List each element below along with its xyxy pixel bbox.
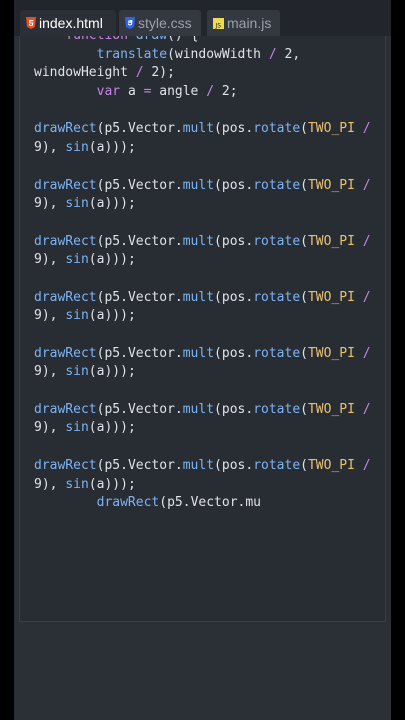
tab-bar: index.html style.css JS main.js (14, 0, 391, 36)
code-line: translate(windowWidth / 2, (96, 46, 301, 62)
app-screen: index.html style.css JS main.js function… (14, 0, 391, 720)
tab-label: index.html (39, 15, 103, 31)
tab-main-js[interactable]: JS main.js (207, 10, 280, 36)
svg-text:JS: JS (215, 22, 222, 29)
code-line: drawRect(p5.Vector.mult(pos.rotate(TWO_P… (34, 457, 371, 473)
code-line: 9), sin(a))); (34, 476, 136, 492)
code-editor[interactable]: function draw() { translate(windowWidth … (19, 36, 386, 622)
css3-icon (125, 17, 135, 29)
code-line: drawRect(p5.Vector.mult(pos.rotate(TWO_P… (34, 121, 371, 137)
code-line: drawRect(p5.Vector.mult(pos.rotate(TWO_P… (34, 233, 371, 249)
code-line: 9), sin(a))); (34, 252, 136, 268)
code-line: 9), sin(a))); (34, 364, 136, 380)
tab-label: style.css (138, 15, 192, 31)
code-line: drawRect(p5.Vector.mult(pos.rotate(TWO_P… (34, 177, 371, 193)
code-line: windowHeight / 2); (34, 65, 175, 81)
code-line: drawRect(p5.Vector.mult(pos.rotate(TWO_P… (34, 345, 371, 361)
code-line: function draw() { (34, 36, 371, 46)
tab-style-css[interactable]: style.css (119, 10, 201, 36)
code-line: var a = angle / 2; (96, 84, 238, 100)
js-icon: JS (213, 17, 224, 29)
code-line: drawRect(p5.Vector.mu (96, 495, 262, 511)
tab-index-html[interactable]: index.html (20, 10, 116, 36)
code-line: 9), sin(a))); (34, 420, 136, 436)
code-line: 9), sin(a))); (34, 196, 136, 212)
code-content: function draw() { translate(windowWidth … (34, 36, 371, 513)
code-line: 9), sin(a))); (34, 308, 136, 324)
html5-icon (26, 17, 36, 29)
code-line: drawRect(p5.Vector.mult(pos.rotate(TWO_P… (34, 401, 371, 417)
code-line: 9), sin(a))); (34, 140, 136, 156)
tab-label: main.js (227, 15, 272, 31)
code-line: drawRect(p5.Vector.mult(pos.rotate(TWO_P… (34, 289, 371, 305)
